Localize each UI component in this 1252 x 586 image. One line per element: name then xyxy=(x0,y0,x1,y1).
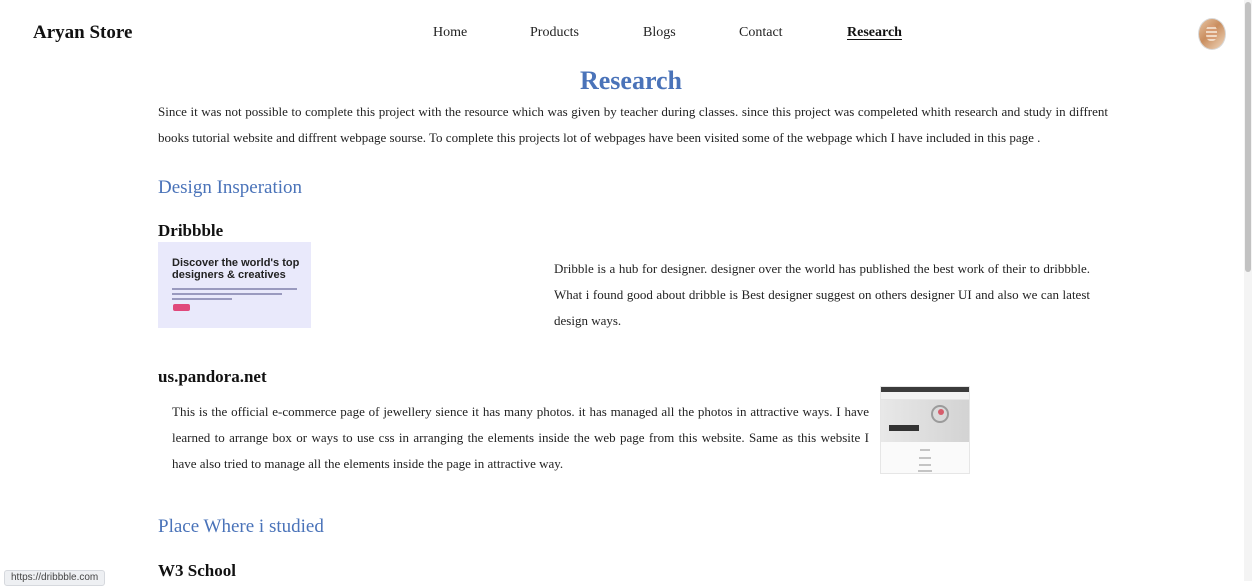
design-inspiration-heading: Design Insperation xyxy=(158,177,303,198)
thumb-text-line xyxy=(172,293,282,295)
thumb-text-line xyxy=(172,298,232,300)
thumb-signup-button xyxy=(173,304,190,311)
thumb-menu-line xyxy=(920,449,930,451)
thumb-menu-line xyxy=(919,464,931,466)
nav-blogs[interactable]: Blogs xyxy=(643,25,676,41)
thumb-text-line xyxy=(172,288,297,290)
avatar[interactable] xyxy=(1198,18,1226,50)
thumb-nav xyxy=(881,392,969,400)
dribbble-title: Dribbble xyxy=(158,221,224,240)
w3school-title: W3 School xyxy=(158,561,236,580)
link-status-bar: https://dribbble.com xyxy=(4,570,106,586)
pandora-description: This is the official e-commerce page of … xyxy=(172,404,869,471)
pandora-screenshot-link[interactable] xyxy=(880,386,970,474)
thumb-menu-line xyxy=(918,470,932,472)
scrollbar-thumb[interactable] xyxy=(1245,2,1251,272)
gem-image-icon xyxy=(938,409,944,415)
nav-products[interactable]: Products xyxy=(530,25,579,41)
main-nav: Home Products Blogs Contact Research xyxy=(0,25,1252,45)
dribbble-thumb-headline: Discover the world's top designers & cre… xyxy=(172,257,300,281)
dribbble-description: Dribble is a hub for designer. designer … xyxy=(554,261,1090,328)
nav-home[interactable]: Home xyxy=(433,25,467,41)
nav-contact[interactable]: Contact xyxy=(739,25,783,41)
page-scrollbar[interactable] xyxy=(1244,0,1252,581)
thumb-cta-button xyxy=(889,425,919,431)
place-studied-heading: Place Where i studied xyxy=(158,516,324,537)
dribbble-screenshot-link[interactable]: Discover the world's top designers & cre… xyxy=(158,242,311,328)
nav-research[interactable]: Research xyxy=(847,25,902,41)
intro-paragraph: Since it was not possible to complete th… xyxy=(158,104,1108,145)
page-title: Research xyxy=(579,66,683,95)
thumb-menu-line xyxy=(919,457,931,459)
pandora-title: us.pandora.net xyxy=(158,367,267,386)
thumb-hero-image xyxy=(881,400,969,442)
